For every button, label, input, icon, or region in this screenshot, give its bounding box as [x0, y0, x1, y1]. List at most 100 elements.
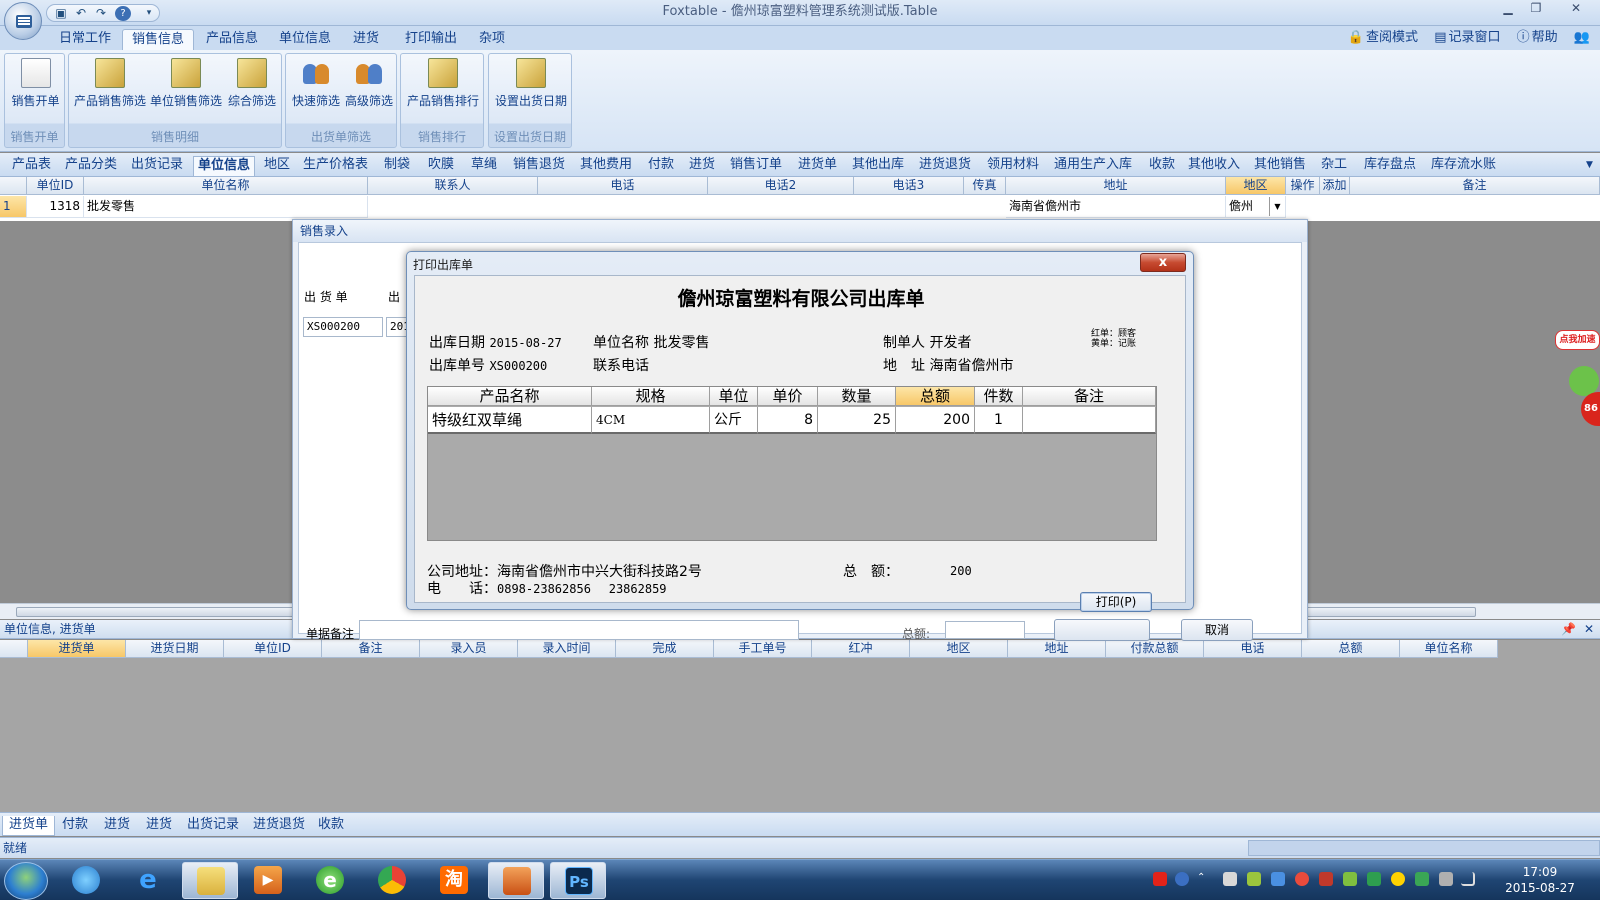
column-header[interactable]: 传真: [964, 177, 1006, 195]
column-header[interactable]: 电话: [1204, 640, 1302, 658]
cell-pieces[interactable]: 1: [975, 407, 1023, 434]
order-number-input[interactable]: XS000200: [303, 317, 383, 337]
table-tab[interactable]: 杂工: [1321, 156, 1347, 176]
note-input[interactable]: [359, 620, 799, 640]
taskbar-explorer[interactable]: [182, 862, 238, 899]
table-tab[interactable]: 产品表: [12, 156, 51, 176]
column-header-selected[interactable]: 地区: [1226, 177, 1286, 195]
product-sales-filter-button[interactable]: 产品销售筛选: [73, 58, 147, 114]
column-header[interactable]: 添加: [1320, 177, 1350, 195]
users-icon[interactable]: 👥: [1574, 30, 1590, 45]
combined-filter-button[interactable]: 综合筛选: [225, 58, 279, 114]
column-header[interactable]: 数量: [818, 387, 896, 406]
bottom-tab[interactable]: 进货: [104, 816, 130, 836]
taskbar-media[interactable]: ▶: [240, 862, 296, 899]
table-tab[interactable]: 销售订单: [730, 156, 782, 176]
column-header[interactable]: 产品名称: [428, 387, 592, 406]
column-header[interactable]: 单位ID: [27, 177, 84, 195]
column-header-selected[interactable]: 总额: [896, 387, 975, 406]
taskbar-foxtable[interactable]: [488, 862, 544, 899]
date-input[interactable]: 201: [386, 317, 408, 337]
cell-spec[interactable]: 4CM: [592, 407, 710, 434]
print-button[interactable]: 打印(P): [1080, 592, 1152, 612]
column-header[interactable]: 红冲: [812, 640, 910, 658]
column-header[interactable]: 总额: [1302, 640, 1400, 658]
start-button[interactable]: [4, 862, 48, 900]
column-header[interactable]: 规格: [592, 387, 710, 406]
column-header[interactable]: 录入时间: [518, 640, 616, 658]
table-tab[interactable]: 库存盘点: [1364, 156, 1416, 176]
table-tab[interactable]: 其他费用: [580, 156, 632, 176]
column-header[interactable]: 进货日期: [126, 640, 224, 658]
column-header[interactable]: 联系人: [368, 177, 538, 195]
column-header[interactable]: 单位名称: [84, 177, 368, 195]
clock[interactable]: 17:09 2015-08-27: [1500, 864, 1580, 898]
table-tab[interactable]: 生产价格表: [303, 156, 368, 176]
taskbar-browser[interactable]: e: [302, 862, 358, 899]
close-icon[interactable]: ✕: [1556, 0, 1596, 18]
table-tab[interactable]: 产品分类: [65, 156, 117, 176]
column-header[interactable]: 件数: [975, 387, 1023, 406]
save-icon[interactable]: ▣: [53, 6, 69, 21]
cell-region[interactable]: 儋州 ▼: [1226, 196, 1286, 218]
tray-app-icon[interactable]: [1247, 872, 1261, 886]
redo-icon[interactable]: ↷: [93, 6, 109, 21]
table-tab[interactable]: 地区: [264, 156, 290, 176]
table-tab[interactable]: 出货记录: [131, 156, 183, 176]
cell-unit[interactable]: 公斤: [710, 407, 758, 434]
signal-icon[interactable]: [1461, 872, 1475, 886]
table-tab[interactable]: 收款: [1149, 156, 1175, 176]
sales-order-button[interactable]: 销售开单: [8, 58, 63, 114]
column-header[interactable]: 单价: [758, 387, 818, 406]
undo-icon[interactable]: ↶: [73, 6, 89, 21]
tray-app-icon[interactable]: [1343, 872, 1357, 886]
tray-app-icon[interactable]: [1367, 872, 1381, 886]
network-icon[interactable]: [1439, 872, 1453, 886]
cell-address[interactable]: 海南省儋州市: [1006, 196, 1226, 218]
column-header[interactable]: 备注: [322, 640, 420, 658]
tab-misc[interactable]: 杂项: [470, 29, 514, 51]
bottom-tab[interactable]: 进货: [146, 816, 172, 836]
cancel-button[interactable]: 取消: [1181, 619, 1253, 641]
advanced-filter-button[interactable]: 高级筛选: [342, 58, 396, 114]
help-icon[interactable]: ?: [115, 6, 131, 21]
cell-unit-id[interactable]: 1318: [27, 196, 84, 218]
column-header[interactable]: 付款总额: [1106, 640, 1204, 658]
customize-qat-icon[interactable]: ▾: [141, 6, 157, 21]
tab-daily-work[interactable]: 日常工作: [50, 29, 120, 51]
tab-unit-info[interactable]: 单位信息: [270, 29, 340, 51]
table-tab[interactable]: 其他销售: [1254, 156, 1306, 176]
grid-corner[interactable]: [0, 177, 27, 195]
browse-mode-button[interactable]: 查阅模式: [1366, 30, 1418, 45]
column-header[interactable]: 电话: [538, 177, 708, 195]
column-header[interactable]: 操作: [1286, 177, 1320, 195]
shield-icon[interactable]: [1415, 872, 1429, 886]
row-number[interactable]: 1: [0, 196, 27, 218]
cell-total[interactable]: 200: [896, 407, 975, 434]
bottom-tab-active[interactable]: 进货单: [2, 816, 56, 836]
table-tab[interactable]: 付款: [648, 156, 674, 176]
bottom-tab[interactable]: 出货记录: [187, 816, 239, 836]
record-window-button[interactable]: 记录窗口: [1448, 30, 1500, 45]
table-tab[interactable]: 进货单: [798, 156, 837, 176]
tray-expand-icon[interactable]: ⌃: [1197, 872, 1211, 886]
product-sales-ranking-button[interactable]: 产品销售排行: [404, 58, 482, 114]
taskbar-taobao[interactable]: 淘: [426, 862, 482, 899]
table-tab[interactable]: 领用材料: [987, 156, 1039, 176]
column-header[interactable]: 地址: [1008, 640, 1106, 658]
quick-filter-button[interactable]: 快速筛选: [289, 58, 343, 114]
minimize-icon[interactable]: ▁: [1494, 0, 1522, 18]
column-header[interactable]: 单位ID: [224, 640, 322, 658]
table-tab[interactable]: 通用生产入库: [1054, 156, 1132, 176]
tab-product-info[interactable]: 产品信息: [197, 29, 267, 51]
cell-product[interactable]: 特级红双草绳: [428, 407, 592, 434]
bottom-tab[interactable]: 付款: [62, 816, 88, 836]
tray-app-icon[interactable]: [1319, 872, 1333, 886]
column-header[interactable]: 地址: [1006, 177, 1226, 195]
column-header[interactable]: 单位: [710, 387, 758, 406]
table-tab-active[interactable]: 单位信息: [193, 156, 256, 176]
pin-icon[interactable]: 📌: [1561, 620, 1576, 638]
dropdown-arrow-icon[interactable]: ▼: [1269, 197, 1285, 216]
unit-sales-filter-button[interactable]: 单位销售筛选: [149, 58, 223, 114]
tray-app-icon[interactable]: [1271, 872, 1285, 886]
